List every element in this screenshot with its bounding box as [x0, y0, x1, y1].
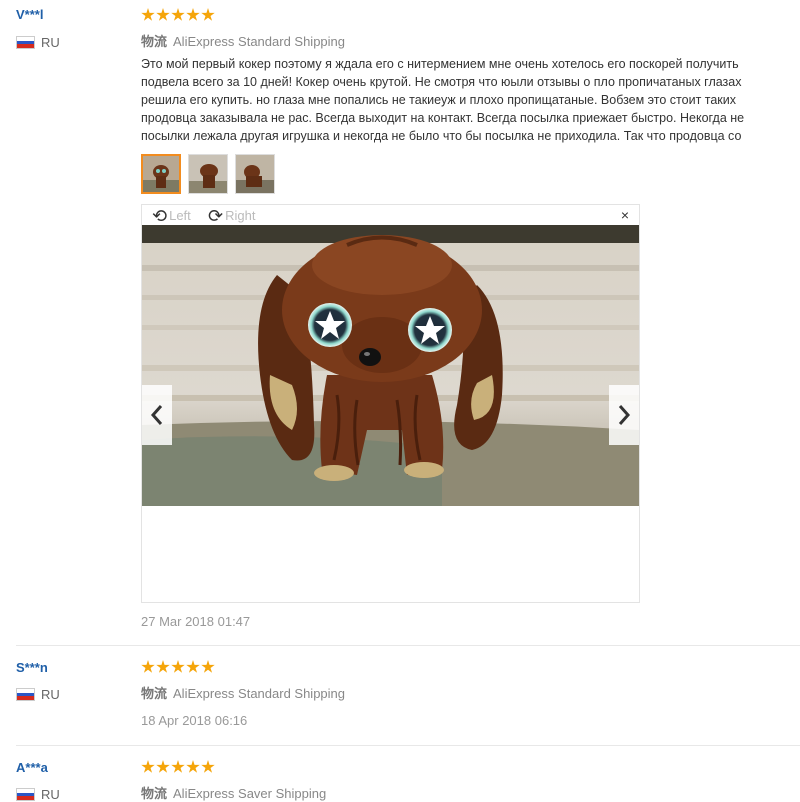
rotate-right-label: Right — [225, 208, 256, 223]
russia-flag-icon — [16, 688, 35, 701]
russia-flag-icon — [16, 788, 35, 801]
star-icon — [186, 8, 200, 21]
reviewer-name: S***n — [16, 660, 48, 675]
review-item: A***a RU 物流 AliExpress Saver Shipping — [0, 746, 800, 802]
star-icon — [171, 760, 185, 773]
star-icon — [141, 8, 155, 21]
rotate-left-icon: ⟲ — [152, 206, 168, 226]
shipping-label: 物流 — [141, 34, 168, 49]
previous-photo-button[interactable] — [142, 385, 172, 445]
photo-viewer: ⟲ Left ⟳ Right × — [141, 204, 640, 603]
star-icon — [186, 760, 200, 773]
close-button[interactable]: × — [621, 207, 629, 223]
review-photo — [142, 225, 639, 506]
shipping-name: AliExpress Standard Shipping — [173, 34, 346, 49]
star-icon — [201, 8, 215, 21]
star-icon — [156, 660, 170, 673]
reviewer-country: RU — [16, 687, 60, 702]
chevron-right-icon — [618, 405, 631, 425]
review-item: V***l RU 物流 AliExpress Standard Shipping … — [0, 0, 800, 645]
shipping-name: AliExpress Saver Shipping — [173, 786, 327, 801]
shipping-method: 物流 AliExpress Standard Shipping — [141, 683, 345, 702]
star-icon — [156, 8, 170, 21]
rotate-right-button[interactable]: ⟳ Right — [208, 206, 255, 227]
star-rating — [141, 760, 216, 776]
star-rating — [141, 660, 216, 676]
reviewer-name: V***l — [16, 7, 44, 22]
review-item: S***n RU 物流 AliExpress Standard Shipping … — [0, 646, 800, 744]
star-rating — [141, 8, 216, 24]
viewer-toolbar: ⟲ Left ⟳ Right × — [142, 205, 639, 227]
photo-thumbnail[interactable] — [141, 154, 181, 194]
chevron-left-icon — [150, 405, 163, 425]
review-date: 27 Mar 2018 01:47 — [141, 614, 251, 629]
photo-thumbnail[interactable] — [188, 154, 228, 194]
rotate-right-icon: ⟳ — [208, 206, 224, 226]
reviewer-country: RU — [16, 35, 60, 50]
shipping-label: 物流 — [141, 786, 168, 801]
review-text: Это мой первый кокер поэтому я ждала его… — [141, 55, 800, 145]
shipping-label: 物流 — [141, 686, 168, 701]
photo-thumbnail[interactable] — [235, 154, 275, 194]
toy-dog-photo — [142, 225, 639, 506]
review-text-line: подвела всего за 10 дней! Кокер очень кр… — [141, 75, 742, 89]
rotate-left-label: Left — [169, 208, 191, 223]
star-icon — [156, 760, 170, 773]
russia-flag-icon — [16, 36, 35, 49]
rotate-left-button[interactable]: ⟲ Left — [152, 206, 191, 227]
star-icon — [201, 760, 215, 773]
country-code: RU — [41, 35, 60, 50]
shipping-method: 物流 AliExpress Standard Shipping — [141, 31, 345, 50]
star-icon — [171, 8, 185, 21]
review-text-line: Это мой первый кокер поэтому я ждала его… — [141, 57, 739, 71]
review-date: 18 Apr 2018 06:16 — [141, 713, 248, 728]
review-text-line: посылки лежала другая игрушка и некогда … — [141, 129, 742, 143]
shipping-method: 物流 AliExpress Saver Shipping — [141, 783, 326, 802]
review-text-line: продовца заказывала не рас. Всегда выход… — [141, 111, 745, 125]
country-code: RU — [41, 687, 60, 702]
star-icon — [141, 760, 155, 773]
reviewer-name: A***a — [16, 760, 48, 775]
next-photo-button[interactable] — [609, 385, 639, 445]
star-icon — [171, 660, 185, 673]
review-text-line: решила его купить. но глаза мне попались… — [141, 93, 737, 107]
star-icon — [201, 660, 215, 673]
shipping-name: AliExpress Standard Shipping — [173, 686, 346, 701]
star-icon — [186, 660, 200, 673]
star-icon — [141, 660, 155, 673]
